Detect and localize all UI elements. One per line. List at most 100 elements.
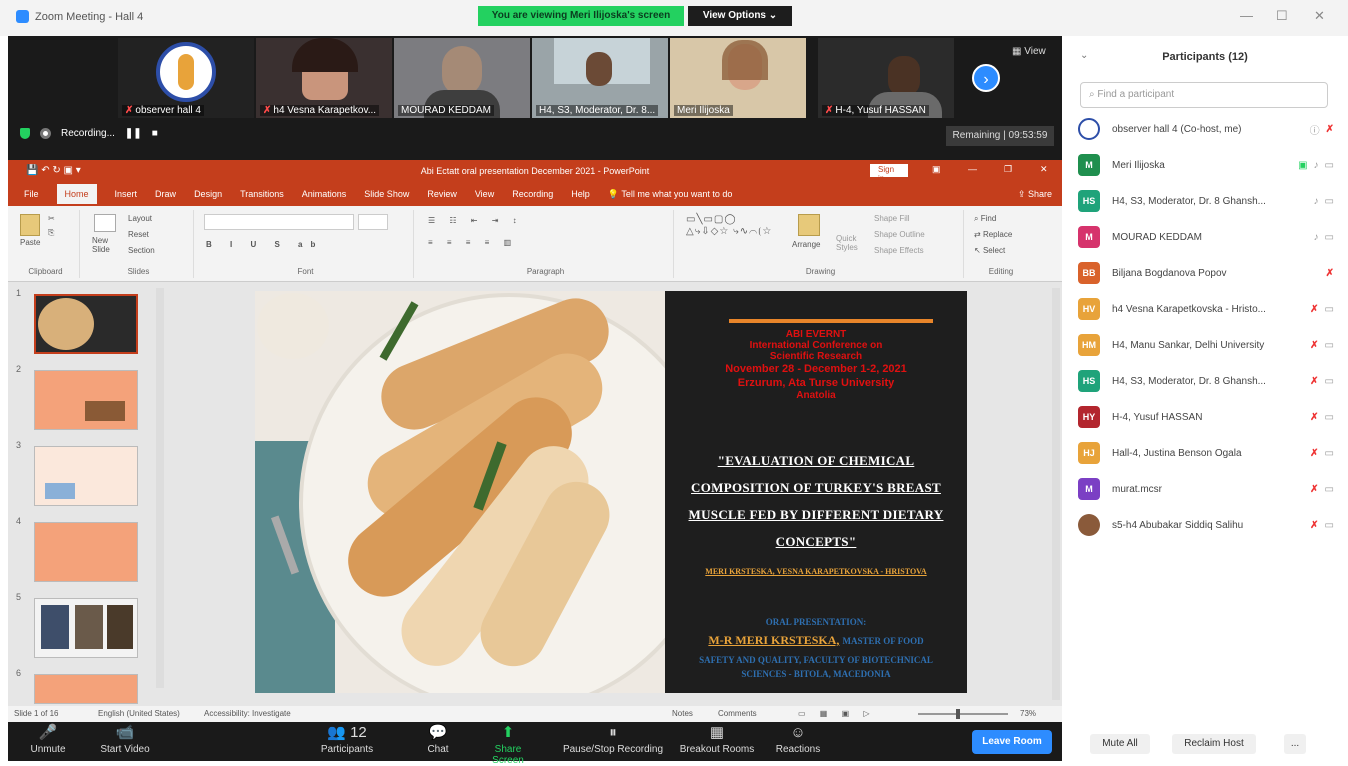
video-tile[interactable]: ✗ h4 Vesna Karapetkov... [256, 38, 392, 118]
mic-muted-icon[interactable]: ✗ [1310, 340, 1318, 351]
mic-icon[interactable]: ♪ [1314, 196, 1319, 207]
arrange-button[interactable]: Arrange [792, 240, 820, 249]
tab-slide-show[interactable]: Slide Show [364, 189, 409, 199]
mic-muted-icon[interactable]: ✗ [1326, 124, 1334, 135]
participant-row[interactable]: s5-h4 Abubakar Siddiq Salihu ✗ ▭ [1078, 510, 1334, 540]
ppt-share-button[interactable]: ⇪ Share [1018, 189, 1052, 200]
share-screen-button[interactable]: ⬆ Share Screen [478, 724, 538, 766]
participant-row[interactable]: M murat.mcsr ✗ ▭ [1078, 474, 1334, 504]
slide-thumbnail-5[interactable] [34, 598, 138, 658]
minimize-button[interactable]: — [1240, 8, 1253, 23]
ppt-restore-icon[interactable]: ❐ [1004, 164, 1012, 175]
copy-icon[interactable]: ⎘ [48, 228, 54, 238]
tab-design[interactable]: Design [194, 189, 222, 199]
arrange-icon[interactable] [798, 214, 820, 236]
zoom-slider-thumb[interactable] [956, 709, 960, 719]
participant-row[interactable]: M Meri Ilijoska ▣ ♪ ▭ [1078, 150, 1334, 180]
ppt-close-icon[interactable]: ✕ [1040, 164, 1048, 175]
slide-thumbnail-6[interactable] [34, 674, 138, 704]
maximize-button[interactable]: ☐ [1276, 8, 1288, 24]
ppt-signin-button[interactable]: Sign in [870, 164, 908, 183]
info-icon[interactable]: ⓘ [1310, 122, 1320, 137]
paragraph-list-icons[interactable]: ☰ ☷ ⇤ ⇥ ↕ [428, 216, 523, 225]
more-options-button[interactable]: ... [1284, 734, 1306, 754]
tab-file[interactable]: File [24, 189, 39, 199]
slide-scrollbar[interactable] [1052, 288, 1060, 700]
video-icon[interactable]: ▭ [1325, 448, 1334, 459]
pause-recording-icon[interactable]: ❚❚ [125, 128, 142, 139]
video-icon[interactable]: ▭ [1325, 340, 1334, 351]
next-page-chevron-icon[interactable]: › [972, 64, 1000, 92]
participant-row[interactable]: HM H4, Manu Sankar, Delhi University ✗ ▭ [1078, 330, 1334, 360]
participant-row[interactable]: observer hall 4 (Co-host, me) ⓘ ✗ [1078, 114, 1334, 144]
cut-icon[interactable]: ✂ [48, 214, 55, 223]
participant-row[interactable]: BB Biljana Bogdanova Popov ✗ [1078, 258, 1334, 288]
language-status[interactable]: English (United States) [98, 709, 180, 718]
current-slide[interactable]: ABI EVERNT International Conference on S… [255, 291, 967, 693]
video-icon[interactable]: ▭ [1325, 484, 1334, 495]
mic-muted-icon[interactable]: ✗ [1310, 484, 1318, 495]
mic-icon[interactable]: ♪ [1314, 232, 1319, 243]
leave-room-button[interactable]: Leave Room [972, 730, 1052, 754]
view-mode-icons[interactable]: ▭ ▦ ▣ ▷ [798, 709, 876, 718]
tab-help[interactable]: Help [571, 189, 590, 199]
mic-muted-icon[interactable]: ✗ [1310, 520, 1318, 531]
tab-draw[interactable]: Draw [155, 189, 176, 199]
slide-thumbnail-4[interactable] [34, 522, 138, 582]
comments-button[interactable]: Comments [718, 709, 757, 718]
tab-animations[interactable]: Animations [302, 189, 347, 199]
mute-all-button[interactable]: Mute All [1090, 734, 1150, 754]
video-icon[interactable]: ▭ [1325, 304, 1334, 315]
mic-muted-icon[interactable]: ✗ [1326, 268, 1334, 279]
stop-recording-icon[interactable]: ■ [152, 128, 158, 139]
mic-muted-icon[interactable]: ✗ [1310, 448, 1318, 459]
section-button[interactable]: Section [128, 246, 155, 255]
shapes-gallery-icon[interactable]: ▭╲▭▢◯ △⤷⇩◇☆ ⤷∿⌒⟮☆ [686, 214, 782, 238]
zoom-level[interactable]: 73% [1020, 709, 1036, 718]
layout-button[interactable]: Layout [128, 214, 152, 223]
video-icon[interactable]: ▭ [1325, 160, 1334, 171]
reset-button[interactable]: Reset [128, 230, 149, 239]
participant-row[interactable]: HS H4, S3, Moderator, Dr. 8 Ghansh... ✗ ▭ [1078, 366, 1334, 396]
replace-button[interactable]: ⇄ Replace [974, 230, 1012, 239]
tab-insert[interactable]: Insert [115, 189, 138, 199]
font-name-input[interactable] [204, 214, 354, 230]
view-options-button[interactable]: View Options ⌄ [688, 6, 792, 26]
participant-row[interactable]: M MOURAD KEDDAM ♪ ▭ [1078, 222, 1334, 252]
paste-icon[interactable] [20, 214, 40, 236]
unmute-button[interactable]: 🎤 Unmute [20, 724, 76, 755]
participant-search-input[interactable]: ⌕ Find a participant [1080, 82, 1328, 108]
accessibility-status[interactable]: Accessibility: Investigate [204, 709, 291, 718]
tab-view[interactable]: View [475, 189, 494, 199]
select-button[interactable]: ↖ Select [974, 246, 1005, 255]
new-slide-button[interactable]: New Slide [92, 236, 122, 254]
slide-thumbnail-1[interactable] [34, 294, 138, 354]
video-icon[interactable]: ▭ [1325, 520, 1334, 531]
shape-effects-button[interactable]: Shape Effects [874, 246, 924, 255]
start-video-button[interactable]: 📹 Start Video [90, 724, 160, 755]
mic-muted-icon[interactable]: ✗ [1310, 376, 1318, 387]
font-format-buttons[interactable]: B I U S ab [206, 240, 323, 249]
mic-muted-icon[interactable]: ✗ [1310, 412, 1318, 423]
slide-thumbnail-2[interactable] [34, 370, 138, 430]
video-icon[interactable]: ▭ [1325, 412, 1334, 423]
video-tile[interactable]: H4, S3, Moderator, Dr. 8... [532, 38, 668, 118]
reactions-button[interactable]: ☺ Reactions [768, 724, 828, 755]
chat-button[interactable]: 💬 Chat [418, 724, 458, 755]
shape-fill-button[interactable]: Shape Fill [874, 214, 910, 223]
video-tile[interactable]: MOURAD KEDDAM [394, 38, 530, 118]
shape-outline-button[interactable]: Shape Outline [874, 230, 925, 239]
pause-stop-recording-button[interactable]: ⏸ Pause/Stop Recording [558, 724, 668, 755]
new-slide-icon[interactable] [94, 214, 116, 232]
participants-button[interactable]: 👥 12 Participants [312, 724, 382, 755]
paste-button[interactable]: Paste [20, 238, 40, 247]
view-button[interactable]: ▦ View [1012, 46, 1046, 57]
tab-recording[interactable]: Recording [512, 189, 553, 199]
thumbnails-scrollbar[interactable] [156, 288, 164, 688]
participant-row[interactable]: HS H4, S3, Moderator, Dr. 8 Ghansh... ♪ ▭ [1078, 186, 1334, 216]
slide-thumbnail-3[interactable] [34, 446, 138, 506]
tell-me-search[interactable]: 💡 Tell me what you want to do [608, 189, 733, 200]
video-icon[interactable]: ▭ [1325, 376, 1334, 387]
video-tile[interactable]: ✗ observer hall 4 [118, 38, 254, 118]
ppt-ribbon-display-icon[interactable]: ▣ [932, 164, 941, 175]
